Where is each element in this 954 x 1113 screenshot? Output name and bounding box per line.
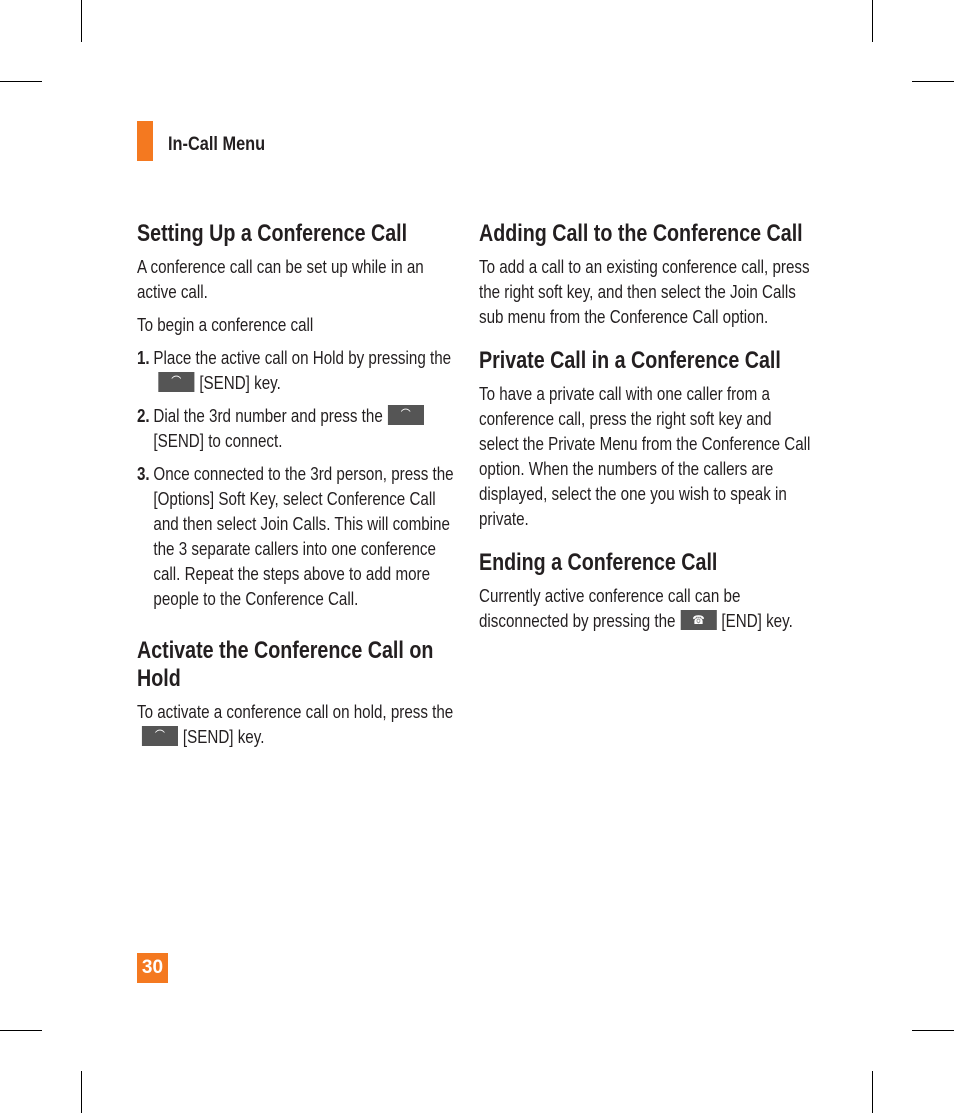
crop-mark bbox=[872, 0, 873, 42]
setup-lead: To begin a conference call bbox=[137, 314, 314, 335]
heading-private: Private Call in a Conference Call bbox=[479, 347, 781, 374]
step-text: [SEND] to connect. bbox=[153, 430, 283, 451]
section-accent-bar bbox=[137, 121, 153, 161]
step-2: 2. Dial the 3rd number and press the ⌒ [SE… bbox=[137, 403, 465, 453]
crop-mark bbox=[81, 1071, 82, 1113]
crop-mark bbox=[912, 1030, 954, 1031]
ending-body: Currently active conference call can be … bbox=[479, 583, 811, 633]
hold-text: [SEND] key. bbox=[182, 726, 265, 747]
step-3: 3. Once connected to the 3rd person, pre… bbox=[137, 461, 465, 611]
step-text: [SEND] key. bbox=[199, 372, 281, 393]
crop-mark bbox=[912, 81, 954, 82]
step-number: 1. bbox=[137, 347, 150, 368]
step-1: 1. Place the active call on Hold by pres… bbox=[137, 345, 465, 395]
step-text: Dial the 3rd number and press the bbox=[153, 405, 383, 426]
setup-intro: A conference call can be set up while in… bbox=[137, 256, 424, 302]
send-key-icon: ⌒ bbox=[141, 726, 178, 747]
section-title: In-Call Menu bbox=[168, 134, 266, 155]
hold-body: To activate a conference call on hold, p… bbox=[137, 699, 465, 749]
private-body: To have a private call with one caller f… bbox=[479, 383, 811, 529]
send-key-icon: ⌒ bbox=[387, 405, 424, 426]
step-number: 3. bbox=[137, 463, 150, 484]
heading-hold: Activate the Conference Call on Hold bbox=[137, 637, 434, 692]
crop-mark bbox=[872, 1071, 873, 1113]
step-text: Once connected to the 3rd person, press … bbox=[153, 463, 454, 609]
step-text: Place the active call on Hold by pressin… bbox=[153, 347, 452, 368]
ending-text: [END] key. bbox=[721, 610, 793, 631]
send-key-icon: ⌒ bbox=[158, 372, 195, 393]
hold-text: To activate a conference call on hold, p… bbox=[137, 701, 454, 722]
heading-adding: Adding Call to the Conference Call bbox=[479, 220, 803, 247]
crop-mark bbox=[81, 0, 82, 42]
page-number: 30 bbox=[137, 953, 168, 983]
heading-setup: Setting Up a Conference Call bbox=[137, 220, 408, 247]
crop-mark bbox=[0, 81, 42, 82]
crop-mark bbox=[0, 1030, 42, 1031]
heading-ending: Ending a Conference Call bbox=[479, 549, 718, 576]
step-number: 2. bbox=[137, 405, 150, 426]
end-key-icon: ☎ bbox=[680, 610, 717, 631]
adding-body: To add a call to an existing conference … bbox=[479, 256, 810, 327]
right-column: Adding Call to the Conference Call To ad… bbox=[479, 220, 811, 641]
left-column: Setting Up a Conference Call A conferenc… bbox=[137, 220, 457, 757]
